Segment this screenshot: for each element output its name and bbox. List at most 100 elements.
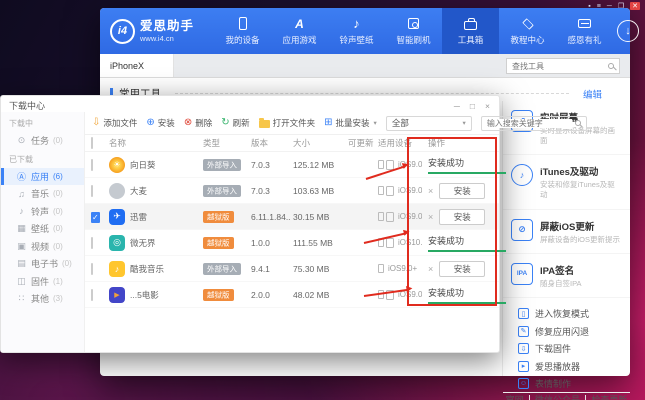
close-icon[interactable]: × (485, 101, 490, 111)
download-search-input[interactable] (486, 118, 572, 128)
remove-icon[interactable]: × (428, 186, 433, 196)
ios-requirement: iOS10.0+ (398, 238, 422, 247)
item-count: (3) (53, 294, 63, 304)
tool-search-box[interactable] (506, 58, 620, 74)
remove-icon[interactable]: × (428, 212, 433, 222)
nav-toolbox[interactable]: 工具箱 (442, 8, 499, 54)
card-subtitle: 安装和修复iTunes及驱动 (540, 180, 615, 200)
row-checkbox[interactable] (91, 262, 93, 275)
minimize-icon[interactable]: ─ (607, 3, 612, 10)
nav-tutorial-center[interactable]: 教程中心 (499, 8, 556, 54)
item-count: (0) (53, 224, 63, 234)
sidebar-item-ebooks[interactable]: ▤ 电子书 (0) (1, 255, 84, 273)
nav-gift[interactable]: 感恩有礼 (556, 8, 613, 54)
link-recovery-mode[interactable]: ▯ 进入恢复模式 (518, 305, 630, 323)
phone-icon (378, 160, 384, 169)
row-checkbox[interactable] (91, 158, 93, 171)
filter-dropdown[interactable]: 全部 ▾ (385, 115, 472, 131)
movie-app-icon: ▶ (109, 286, 125, 303)
quick-links: ▯ 进入恢复模式 ✎ 修复应用闪退 ⇩ 下载固件 ▸ 爱思播放器 ☺ 表情制作 (503, 298, 630, 393)
nav-ringtones-wallpapers[interactable]: ♪ 铃声壁纸 (328, 8, 385, 54)
download-sidebar: 下载中 ⊙ 任务 (0) 已下载 Ⓐ 应用 (6) ♫ 音乐 (0) ♪ 铃声 … (1, 112, 85, 352)
card-itunes-driver[interactable]: ♪ iTunes及驱动 安装和修复iTunes及驱动 (503, 155, 630, 210)
table-row[interactable]: ◎ 微无界 越狱版 1.0.0 111.55 MB iOS10.0+ 安装成功 (85, 230, 506, 256)
download-search-box[interactable] (480, 115, 587, 131)
edit-link[interactable]: 编辑 (583, 87, 602, 101)
sidebar-item-firmware[interactable]: ◫ 固件 (1) (1, 273, 84, 291)
official-site-link[interactable]: 官网 (506, 393, 524, 400)
link-fix-app-crash[interactable]: ✎ 修复应用闪退 (518, 322, 630, 340)
firmware-icon: ◫ (17, 275, 26, 286)
item-count: (6) (53, 171, 63, 181)
item-label: 视频 (31, 241, 50, 252)
app-name: 微无界 (130, 237, 156, 248)
appstore-icon: A (295, 16, 304, 31)
link-emoji-maker[interactable]: ☺ 表情制作 (518, 375, 630, 393)
sidebar-item-wallpapers[interactable]: ▦ 壁纸 (0) (1, 220, 84, 238)
install-app-button[interactable]: 安装 (439, 182, 486, 199)
delete-button[interactable]: ⊗ 删除 (184, 117, 212, 129)
download-manager-button[interactable]: ↓ (617, 20, 639, 42)
col-type: 类型 (203, 138, 221, 148)
footer-divider (528, 394, 530, 400)
task-icon: ⊙ (17, 135, 26, 146)
card-block-ios-update[interactable]: ⊘ 屏蔽iOS更新 屏蔽设备的iOS更新提示 (503, 210, 630, 254)
table-row[interactable]: 大麦 外部导入 7.0.3 103.63 MB iOS9.0+ × 安装 (85, 178, 499, 204)
app-size: 111.55 MB (293, 237, 333, 248)
install-button[interactable]: ⊕ 安装 (146, 117, 174, 129)
sidebar-item-apps[interactable]: Ⓐ 应用 (6) (1, 167, 84, 185)
install-app-button[interactable]: 安装 (439, 208, 486, 225)
nav-apps-games[interactable]: A 应用游戏 (271, 8, 328, 54)
link-download-firmware[interactable]: ⇩ 下载固件 (518, 340, 630, 358)
flash-device-icon (408, 17, 419, 31)
link-label: 表情制作 (535, 379, 572, 389)
minimize-icon[interactable]: ─ (454, 101, 460, 111)
row-checkbox[interactable]: ✓ (91, 211, 100, 223)
install-success-label: 安装成功 (428, 234, 506, 252)
table-row[interactable]: ☀ 向日葵 外部导入 7.0.3 125.12 MB iOS9.0+ 安装成功 (85, 152, 506, 178)
open-folder-button[interactable]: 打开文件夹 (258, 117, 315, 129)
link-label: 修复应用闪退 (535, 326, 590, 337)
sidebar-item-videos[interactable]: ▣ 视频 (0) (1, 238, 84, 256)
table-row[interactable]: ♪ 酷我音乐 外部导入 9.4.1 75.30 MB iOS9.0+ × 安装 (85, 256, 499, 282)
install-app-button[interactable]: 安装 (439, 260, 486, 277)
app-size: 103.63 MB (293, 185, 335, 196)
sidebar-item-music[interactable]: ♫ 音乐 (0) (1, 185, 84, 203)
remove-icon[interactable]: × (428, 264, 433, 274)
sidebar-item-tasks[interactable]: ⊙ 任务 (0) (1, 132, 84, 150)
taskbar-icon[interactable]: ▪ (588, 3, 590, 10)
close-icon[interactable]: ✕ (630, 2, 640, 10)
chevron-down-icon[interactable]: ▾ (374, 119, 377, 127)
menu-icon[interactable]: ≡ (597, 3, 601, 10)
card-subtitle: 随身自签IPA (540, 278, 582, 288)
type-badge: 外部导入 (203, 184, 241, 197)
download-center-window: 下载中心 ─ □ × 下载中 ⊙ 任务 (0) 已下载 Ⓐ 应用 (6) ♫ 音… (0, 95, 587, 353)
item-count: (0) (53, 206, 63, 216)
sidebar-item-ringtones[interactable]: ♪ 铃声 (0) (1, 203, 84, 221)
ios-requirement: iOS9.0+ (398, 160, 422, 169)
tab-iphonex[interactable]: iPhoneX (100, 54, 174, 77)
refresh-button[interactable]: ↻ 刷新 (221, 117, 249, 129)
row-checkbox[interactable] (91, 236, 93, 249)
table-row[interactable]: ✓ ✈ 迅雷 越狱版 6.11.1.84.. 30.15 MB iOS9.0+ ×… (85, 204, 499, 230)
batch-install-button[interactable]: ⊞ 批量安装 ▾ (324, 117, 377, 129)
card-ipa-sign[interactable]: IPA IPA签名 随身自签IPA (503, 254, 630, 298)
row-checkbox[interactable] (91, 288, 93, 301)
item-label: 壁纸 (31, 224, 50, 235)
item-count: (0) (53, 241, 63, 251)
sidebar-item-others[interactable]: ∷ 其他 (3) (1, 290, 84, 308)
wechat-account-link[interactable]: 微信公众号 (535, 393, 580, 400)
maximize-icon[interactable]: □ (470, 101, 475, 111)
add-file-button[interactable]: ⇩ 添加文件 (92, 117, 137, 129)
select-all-checkbox[interactable] (91, 137, 93, 149)
link-player[interactable]: ▸ 爱思播放器 (518, 357, 630, 375)
nav-smart-flash[interactable]: 智能刷机 (385, 8, 442, 54)
maximize-icon[interactable]: ❐ (618, 2, 624, 10)
nav-my-devices[interactable]: 我的设备 (214, 8, 271, 54)
tool-search-input[interactable] (512, 61, 605, 71)
table-row[interactable]: ▶ ...5电影 越狱版 2.0.0 48.02 MB iOS9.0+ 安装成功 (85, 282, 506, 308)
graduation-cap-icon (521, 17, 534, 31)
check-update-link[interactable]: 检查更新 (591, 393, 627, 400)
item-count: (0) (53, 189, 63, 199)
row-checkbox[interactable] (91, 184, 93, 197)
